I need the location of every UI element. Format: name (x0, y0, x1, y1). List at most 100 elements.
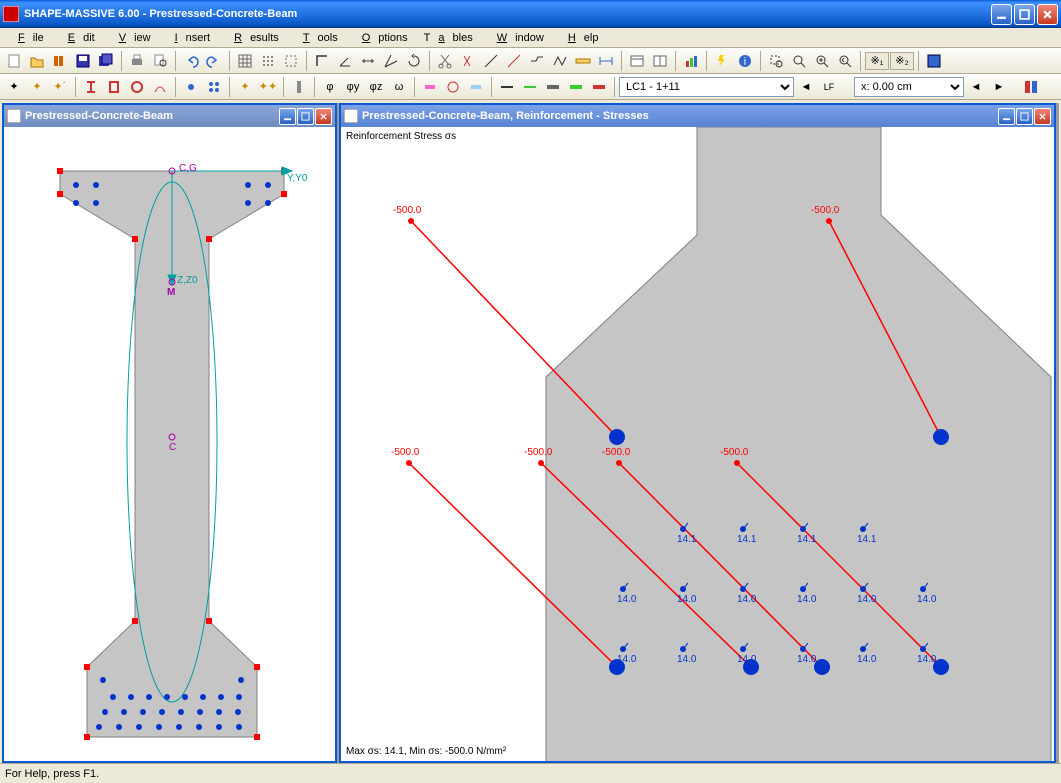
coord-icon[interactable] (380, 50, 402, 72)
menu-tables[interactable]: Tables (416, 30, 481, 46)
minimize-button[interactable] (991, 4, 1012, 25)
child1-min-button[interactable] (279, 108, 296, 125)
grid-icon[interactable] (234, 50, 256, 72)
lf-icon[interactable]: LF (818, 76, 840, 98)
star3-icon[interactable]: ✦´ (49, 76, 71, 98)
open-icon[interactable] (26, 50, 48, 72)
omega-icon[interactable]: ω (388, 76, 410, 98)
phi-icon[interactable]: φ (319, 76, 341, 98)
circle-icon[interactable] (126, 76, 148, 98)
view-x2[interactable]: ※₂ (890, 52, 914, 70)
cut-icon[interactable] (434, 50, 456, 72)
dim-icon[interactable] (357, 50, 379, 72)
star5-icon[interactable]: ✦✦ (257, 76, 279, 98)
curve-icon[interactable] (149, 76, 171, 98)
doc-icon (7, 109, 21, 123)
star1-icon[interactable]: ✦ (3, 76, 25, 98)
stress-val: -500.0 (391, 447, 419, 458)
star4-icon[interactable]: ✦ (234, 76, 256, 98)
panel-icon[interactable] (1020, 76, 1042, 98)
save-icon[interactable] (72, 50, 94, 72)
zoomwin-icon[interactable] (765, 50, 787, 72)
new-icon[interactable] (3, 50, 25, 72)
line2-icon[interactable] (503, 50, 525, 72)
chart-icon[interactable] (680, 50, 702, 72)
menu-edit[interactable]: Edit (52, 30, 103, 46)
library-icon[interactable] (49, 50, 71, 72)
tool2-icon[interactable] (442, 76, 464, 98)
nodes-icon[interactable] (203, 76, 225, 98)
menu-window[interactable]: Window (481, 30, 552, 46)
rebar-val: 14.0 (857, 594, 876, 605)
coord-combo[interactable]: x: 0.00 cm (854, 77, 964, 97)
angle-icon[interactable] (334, 50, 356, 72)
menu-results[interactable]: Results (218, 30, 287, 46)
rotate-icon[interactable] (403, 50, 425, 72)
zoomall-icon[interactable] (788, 50, 810, 72)
child2-max-button[interactable] (1016, 108, 1033, 125)
prev-icon[interactable]: ◄ (965, 76, 987, 98)
phiy-icon[interactable]: φy (342, 76, 364, 98)
first-icon[interactable]: ◄ (795, 76, 817, 98)
ibeam-icon[interactable] (80, 76, 102, 98)
maximize-button[interactable] (1014, 4, 1035, 25)
child-titlebar-1: Prestressed-Concrete-Beam (4, 105, 335, 127)
svg-text:i: i (744, 56, 746, 68)
beam4-icon[interactable] (565, 76, 587, 98)
view-x1[interactable]: ※₁ (865, 52, 889, 70)
loadcase-combo[interactable]: LC1 - 1+11 (619, 77, 794, 97)
edge1-icon[interactable] (526, 50, 548, 72)
child1-max-button[interactable] (297, 108, 314, 125)
beam2-icon[interactable] (519, 76, 541, 98)
model-canvas[interactable]: C,G Y,Y0 Z,Z0 M C (4, 127, 335, 761)
phiz-icon[interactable]: φz (365, 76, 387, 98)
rect-icon[interactable] (103, 76, 125, 98)
preview-icon[interactable] (149, 50, 171, 72)
menu-help[interactable]: Help (552, 30, 607, 46)
section-icon[interactable] (288, 76, 310, 98)
menu-tools[interactable]: Tools (287, 30, 346, 46)
zoomprev-icon[interactable] (834, 50, 856, 72)
table-icon[interactable] (626, 50, 648, 72)
ortho-icon[interactable] (311, 50, 333, 72)
menu-file[interactable]: File (2, 30, 52, 46)
beam1-icon[interactable] (496, 76, 518, 98)
zz0-label: Z,Z0 (177, 275, 198, 286)
dotgrid-icon[interactable] (257, 50, 279, 72)
close-button[interactable] (1037, 4, 1058, 25)
zoomin-icon[interactable] (811, 50, 833, 72)
table2-icon[interactable] (649, 50, 671, 72)
edge2-icon[interactable] (549, 50, 571, 72)
print-icon[interactable] (126, 50, 148, 72)
undo-icon[interactable] (180, 50, 202, 72)
info-icon[interactable]: i (734, 50, 756, 72)
star2-icon[interactable]: ✦ (26, 76, 48, 98)
tool1-icon[interactable] (419, 76, 441, 98)
saveall-icon[interactable] (95, 50, 117, 72)
beam5-icon[interactable] (588, 76, 610, 98)
config-icon[interactable] (923, 50, 945, 72)
measure-icon[interactable] (572, 50, 594, 72)
next-icon[interactable]: ► (988, 76, 1010, 98)
redo-icon[interactable] (203, 50, 225, 72)
child1-close-button[interactable] (315, 108, 332, 125)
menu-options[interactable]: Options (346, 30, 416, 46)
child2-close-button[interactable] (1034, 108, 1051, 125)
dim2-icon[interactable] (595, 50, 617, 72)
child2-min-button[interactable] (998, 108, 1015, 125)
line1-icon[interactable] (480, 50, 502, 72)
tool3-icon[interactable] (465, 76, 487, 98)
beam3-icon[interactable] (542, 76, 564, 98)
child-title-1: Prestressed-Concrete-Beam (25, 110, 278, 122)
rebar-val: 14.0 (617, 654, 636, 665)
stress-canvas[interactable]: Reinforcement Stress σs -500.0 -500.0 -5… (341, 127, 1054, 761)
menu-insert[interactable]: Insert (159, 30, 219, 46)
c-label: C (169, 442, 176, 453)
rebar-val: 14.0 (677, 654, 696, 665)
snap-icon[interactable] (280, 50, 302, 72)
status-text: For Help, press F1. (5, 768, 99, 780)
clip-icon[interactable] (457, 50, 479, 72)
menu-view[interactable]: View (103, 30, 159, 46)
flash-icon[interactable] (711, 50, 733, 72)
node1-icon[interactable] (180, 76, 202, 98)
